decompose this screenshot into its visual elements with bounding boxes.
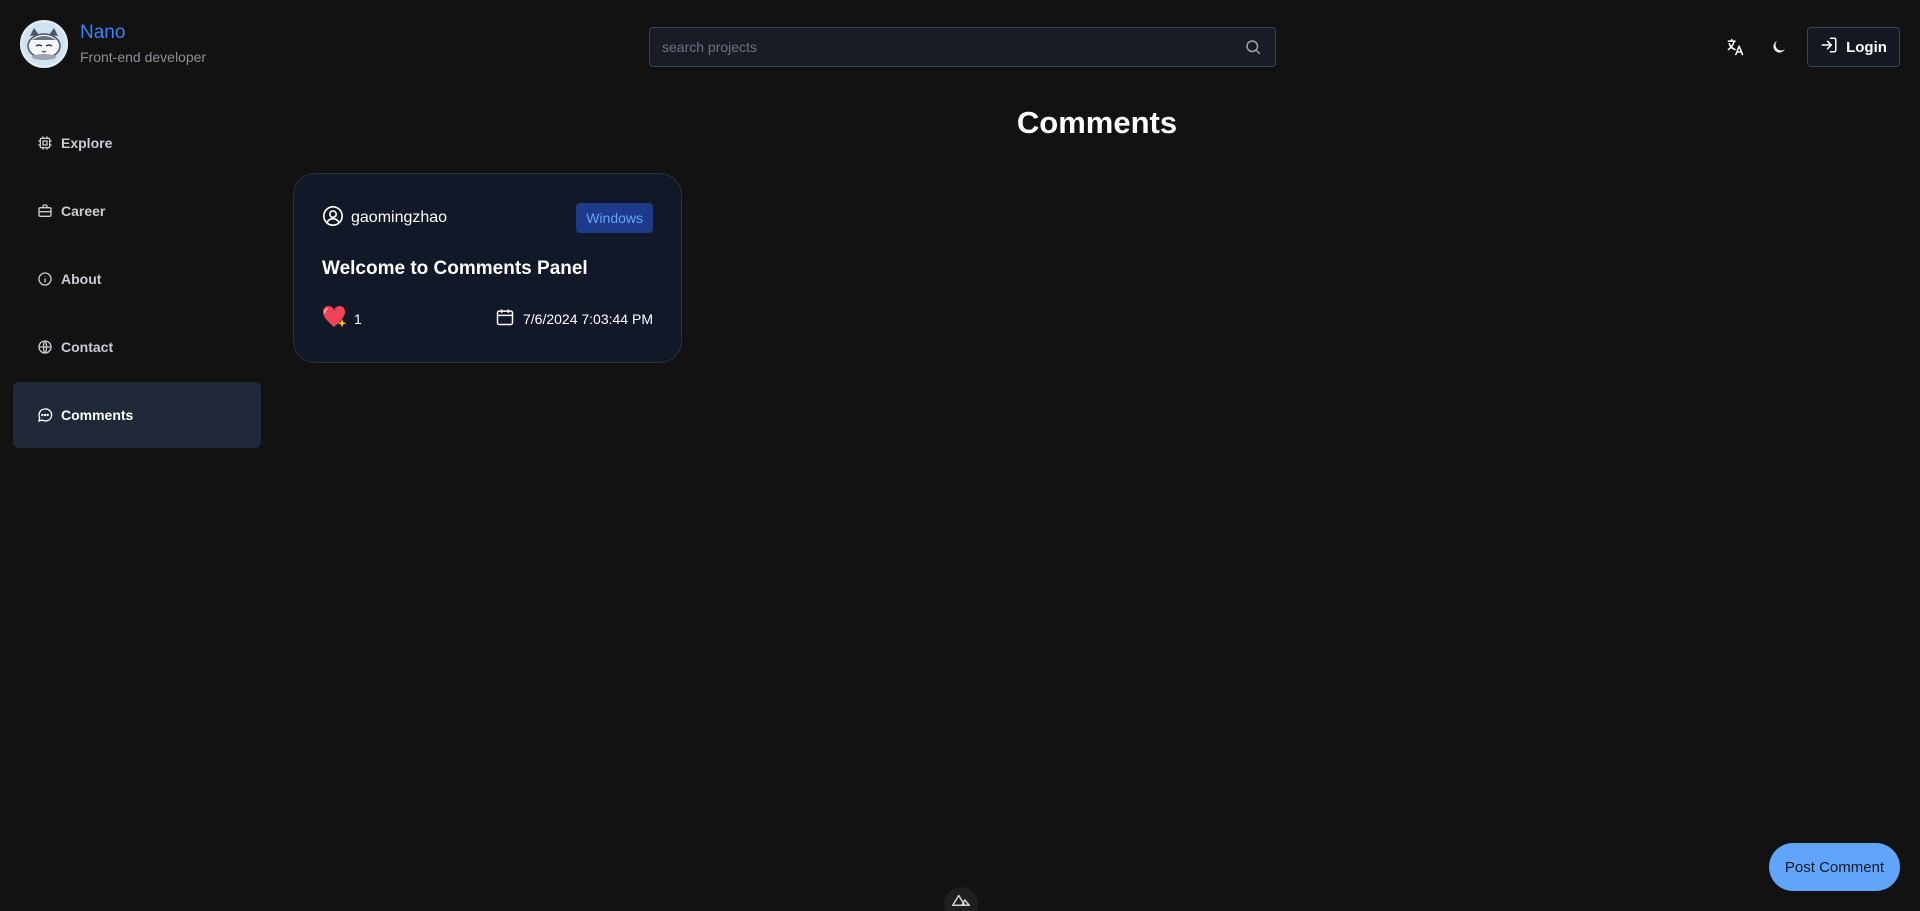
comment-username: gaomingzhao	[351, 209, 448, 226]
calendar-icon	[495, 307, 515, 330]
login-icon	[1820, 36, 1838, 58]
page-title: Comments	[1016, 105, 1178, 140]
comment-date-text: 7/6/2024 7:03:44 PM	[523, 310, 653, 327]
like-count: 1	[354, 310, 362, 327]
cat-avatar-icon	[27, 28, 61, 60]
sidebar-item-comments[interactable]: Comments	[13, 382, 261, 448]
language-toggle-icon[interactable]	[1721, 33, 1749, 61]
post-comment-button[interactable]: Post Comment	[1769, 843, 1900, 891]
platform-badge: Windows	[576, 203, 653, 233]
moon-icon[interactable]	[1765, 33, 1793, 61]
comment-date: 7/6/2024 7:03:44 PM	[495, 307, 653, 330]
sidebar-item-label: About	[61, 271, 102, 287]
sparkling-heart-icon	[322, 305, 348, 332]
sidebar-item-contact[interactable]: Contact	[13, 314, 261, 380]
sidebar-item-label: Career	[61, 203, 106, 219]
message-icon	[37, 407, 53, 423]
like-button[interactable]: 1	[322, 305, 362, 332]
comment-title: Welcome to Comments Panel	[322, 258, 588, 279]
sidebar: Explore Career About Contact Comments	[13, 110, 261, 450]
avatar	[20, 20, 68, 68]
sidebar-item-label: Contact	[61, 339, 114, 355]
nuxt-logo-icon	[944, 887, 978, 911]
search-box	[649, 27, 1276, 67]
info-icon	[37, 271, 53, 287]
profile-name: Nano	[80, 22, 126, 43]
login-label: Login	[1846, 38, 1887, 56]
comment-card[interactable]: gaomingzhao Windows Welcome to Comments …	[293, 173, 682, 363]
comment-author: gaomingzhao	[322, 205, 447, 232]
search-icon[interactable]	[1243, 37, 1263, 57]
user-circle-icon	[322, 205, 344, 232]
profile[interactable]: Nano Front-end developer	[20, 20, 206, 68]
sidebar-item-career[interactable]: Career	[13, 178, 261, 244]
search-input[interactable]	[662, 39, 1243, 55]
briefcase-icon	[37, 203, 53, 219]
sidebar-item-about[interactable]: About	[13, 246, 261, 312]
sidebar-item-label: Comments	[61, 407, 134, 423]
login-button[interactable]: Login	[1807, 27, 1900, 67]
profile-role: Front-end developer	[80, 49, 207, 65]
app-root: Nano Front-end developer Login Explore	[0, 0, 1920, 911]
globe-icon	[37, 339, 53, 355]
